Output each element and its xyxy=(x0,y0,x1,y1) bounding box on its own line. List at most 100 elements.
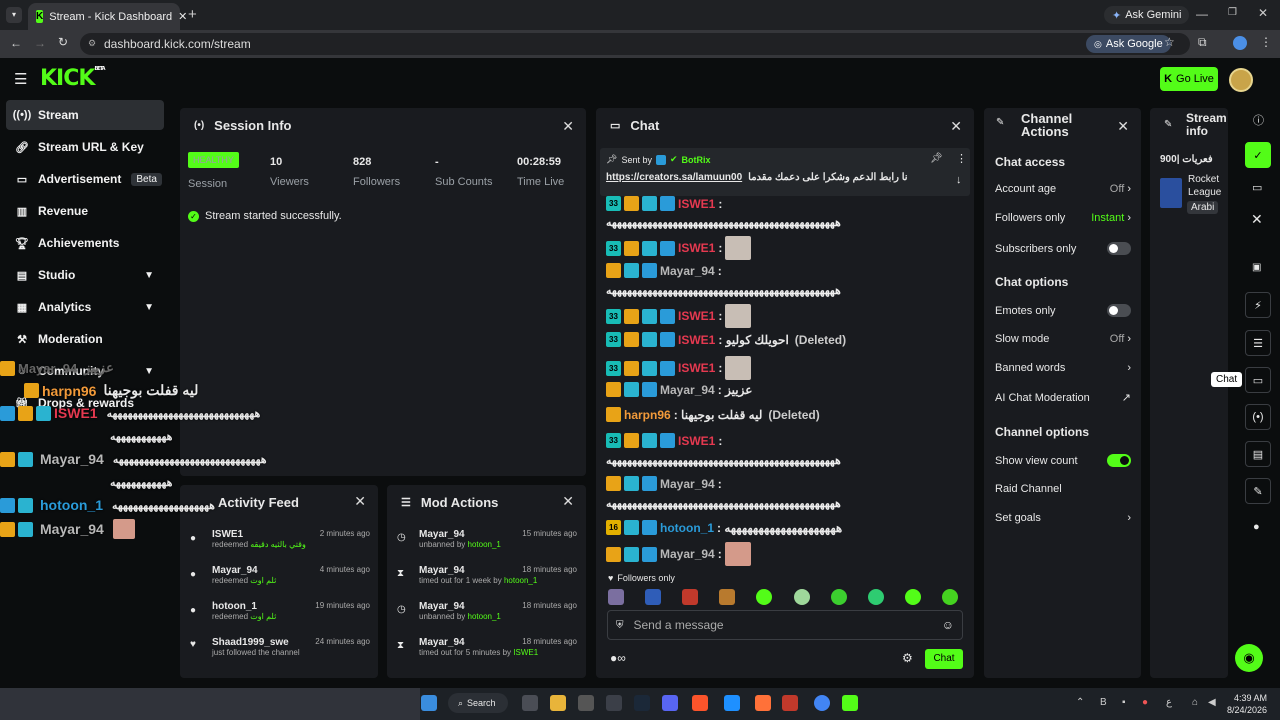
bluetooth-icon[interactable]: B xyxy=(1100,697,1107,708)
sidebar-item-moderation[interactable]: ⚒ Moderation xyxy=(6,324,164,354)
go-live-button[interactable]: K Go Live xyxy=(1160,67,1218,91)
sidebar-item-stream-url-key[interactable]: 🔗︎ Stream URL & Key xyxy=(6,132,164,162)
app-icon[interactable] xyxy=(606,695,622,711)
kick-app-icon[interactable] xyxy=(842,695,858,711)
show-view-count-toggle[interactable] xyxy=(1107,454,1131,467)
expand-arrow-icon[interactable]: ↓ xyxy=(956,174,962,186)
profile-avatar-icon[interactable] xyxy=(1233,36,1247,50)
emote-icon[interactable] xyxy=(941,589,958,605)
kick-logo[interactable]: KICKBETA xyxy=(40,66,106,91)
emote-icon[interactable] xyxy=(756,589,773,605)
app-icon[interactable] xyxy=(724,695,740,711)
emote-icon[interactable] xyxy=(719,589,736,605)
bookmark-star-icon[interactable]: ☆ xyxy=(1164,35,1175,49)
reload-icon[interactable]: ↻ xyxy=(58,35,68,49)
back-arrow-icon[interactable]: ← xyxy=(10,36,22,50)
browser-menu-icon[interactable]: ⋮ xyxy=(1260,35,1272,49)
hamburger-menu-icon[interactable]: ☰ xyxy=(14,70,27,88)
emotes-only-toggle[interactable] xyxy=(1107,304,1131,317)
channel-actions-rail-button[interactable]: ✎ xyxy=(1245,478,1271,504)
chat-username[interactable]: Mayar_94 xyxy=(660,264,715,278)
file-explorer-icon[interactable] xyxy=(550,695,566,711)
app-icon[interactable] xyxy=(782,695,798,711)
subscribers-only-toggle[interactable] xyxy=(1107,242,1131,255)
chat-input[interactable]: ⛨ Send a message ☺ xyxy=(607,610,963,640)
close-tab-icon[interactable]: ✕ xyxy=(178,10,187,23)
minimize-window-icon[interactable]: — xyxy=(1196,7,1208,21)
url-bar[interactable]: ⚙ dashboard.kick.com/stream xyxy=(80,33,1190,55)
chat-rail-button[interactable]: ▭ xyxy=(1245,367,1271,393)
brave-icon[interactable] xyxy=(692,695,708,711)
extensions-icon[interactable]: ⧉ xyxy=(1198,35,1207,50)
ask-google-button[interactable]: ◎ Ask Google xyxy=(1086,35,1171,53)
chrome-icon[interactable] xyxy=(814,695,830,711)
more-options-icon[interactable]: ⋮ xyxy=(956,152,967,165)
unpin-icon[interactable]: 📌︎ xyxy=(930,153,943,164)
discord-icon[interactable] xyxy=(662,695,678,711)
site-info-icon[interactable]: ⚙ xyxy=(88,38,96,49)
volume-icon[interactable]: ◀ xyxy=(1208,697,1216,708)
close-icon[interactable]: ✕ xyxy=(1251,211,1263,228)
check-button[interactable]: ✓ xyxy=(1245,142,1271,168)
emoji-picker-icon[interactable]: ☺ xyxy=(942,618,954,632)
sidebar-item-stream[interactable]: ((•)) Stream xyxy=(6,100,164,130)
close-icon[interactable]: ✕ xyxy=(1117,118,1129,135)
tray-app-icon[interactable]: ▪ xyxy=(1122,697,1126,708)
tab-list-button[interactable]: ▾ xyxy=(6,7,22,23)
account-age-row[interactable]: Account age Off › xyxy=(995,183,1131,195)
taskbar-clock[interactable]: 4:39 AM 8/24/2026 xyxy=(1227,692,1267,716)
network-icon[interactable]: ⌂ xyxy=(1192,697,1198,708)
session-info-rail-button[interactable]: (•) xyxy=(1245,404,1271,430)
emote-icon[interactable] xyxy=(867,589,884,605)
support-button[interactable]: ◉ xyxy=(1235,644,1263,672)
banned-words-row[interactable]: Banned words › xyxy=(995,362,1131,374)
close-icon[interactable]: ✕ xyxy=(562,493,574,510)
restore-window-icon[interactable]: ❐ xyxy=(1228,7,1237,18)
stream-info-rail-button[interactable]: ▤ xyxy=(1245,441,1271,467)
emote-icon[interactable] xyxy=(904,589,921,605)
sidebar-item-studio[interactable]: ▤ Studio ▼ xyxy=(6,260,164,290)
firefox-icon[interactable] xyxy=(755,695,771,711)
language-indicator-icon[interactable]: ع xyxy=(1166,697,1172,708)
sidebar-item-analytics[interactable]: ▦ Analytics ▼ xyxy=(6,292,164,322)
activity-icon[interactable]: ● xyxy=(1253,521,1260,533)
slow-mode-row[interactable]: Slow mode Off › xyxy=(995,333,1131,345)
user-avatar[interactable] xyxy=(1229,68,1253,92)
chat-username[interactable]: ISWE1 xyxy=(678,241,715,255)
chat-username[interactable]: ISWE1 xyxy=(678,333,715,347)
layout-icon[interactable]: ▭ xyxy=(1252,181,1262,194)
steam-icon[interactable] xyxy=(634,695,650,711)
ai-chat-moderation-row[interactable]: AI Chat Moderation ↗ xyxy=(995,391,1131,405)
screen-icon[interactable]: ▣ xyxy=(1252,262,1261,273)
chat-username[interactable]: ISWE1 xyxy=(678,197,715,211)
browser-tab[interactable]: K Stream - Kick Dashboard ✕ xyxy=(28,3,187,30)
chat-username[interactable]: Mayar_94 xyxy=(660,383,715,397)
sidebar-item-advertisement[interactable]: ▭ Advertisement Beta xyxy=(6,164,164,194)
app-icon[interactable] xyxy=(578,695,594,711)
pinned-link[interactable]: https://creators.sa/lamuun00 xyxy=(606,172,742,183)
sidebar-item-achievements[interactable]: 🏆︎ Achievements xyxy=(6,228,164,258)
set-goals-row[interactable]: Set goals › xyxy=(995,512,1131,524)
chat-username[interactable]: harpn96 xyxy=(624,408,671,422)
emote-icon[interactable] xyxy=(830,589,847,605)
tray-overflow-icon[interactable]: ⌃ xyxy=(1076,697,1084,708)
new-tab-button[interactable]: + xyxy=(188,6,197,23)
emote-icon[interactable] xyxy=(645,589,662,605)
info-icon[interactable]: ⓘ xyxy=(1253,112,1264,128)
sidebar-item-revenue[interactable]: ▥ Revenue xyxy=(6,196,164,226)
start-icon[interactable] xyxy=(421,695,437,711)
points-icon[interactable]: ●∞ xyxy=(610,651,626,665)
followers-only-row[interactable]: Followers only Instant › xyxy=(995,212,1131,224)
chat-username[interactable]: ISWE1 xyxy=(678,309,715,323)
close-window-icon[interactable]: ✕ xyxy=(1258,6,1268,20)
chat-settings-icon[interactable]: ⚙ xyxy=(902,651,913,665)
mod-actions-rail-button[interactable]: ☰ xyxy=(1245,330,1271,356)
chat-username[interactable]: ISWE1 xyxy=(678,434,715,448)
close-icon[interactable]: ✕ xyxy=(354,493,366,510)
chat-username[interactable]: Mayar_94 xyxy=(660,477,715,491)
forward-arrow-icon[interactable]: → xyxy=(34,36,46,50)
chat-username[interactable]: ISWE1 xyxy=(678,361,715,375)
ask-gemini-button[interactable]: ✦ Ask Gemini xyxy=(1104,6,1190,24)
emote-icon[interactable] xyxy=(608,589,624,605)
close-icon[interactable]: ✕ xyxy=(950,118,962,135)
